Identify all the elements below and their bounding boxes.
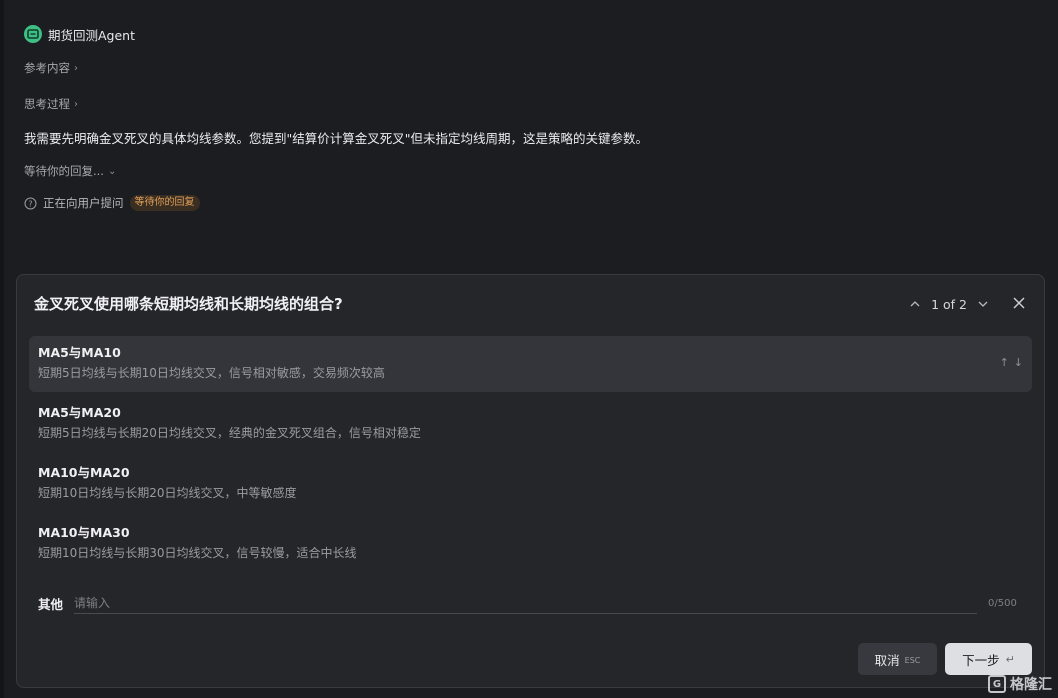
chevron-down-icon: ⌄ xyxy=(107,165,117,177)
pager-count: 1 of 2 xyxy=(931,296,967,312)
option-title: MA5与MA10 xyxy=(38,345,121,360)
option-desc: 短期10日均线与长期20日均线交叉，中等敏感度 xyxy=(38,486,297,500)
status-row: ? 正在向用户提问 等待你的回复 xyxy=(24,194,200,212)
reorder-controls: ↑ ↓ xyxy=(1000,356,1023,369)
option-ma10-ma30[interactable]: MA10与MA30 短期10日均线与长期30日均线交叉，信号较慢，适合中长线 xyxy=(29,516,1032,572)
next-label: 下一步 xyxy=(962,652,1000,668)
option-ma5-ma20[interactable]: MA5与MA20 短期5日均线与长期20日均线交叉，经典的金叉死叉组合，信号相对… xyxy=(29,396,1032,452)
option-title: MA10与MA30 xyxy=(38,525,130,540)
other-answer-row: 其他 0/500 xyxy=(38,593,1018,615)
option-desc: 短期5日均线与长期10日均线交叉，信号相对敏感，交易频次较高 xyxy=(38,366,385,380)
option-title: MA10与MA20 xyxy=(38,465,130,480)
enter-key-icon: ↵ xyxy=(1005,652,1015,666)
waiting-toggle[interactable]: 等待你的回复... ⌄ xyxy=(24,162,116,180)
next-button[interactable]: 下一步 ↵ xyxy=(945,643,1032,675)
option-ma5-ma10[interactable]: MA5与MA10 短期5日均线与长期10日均线交叉，信号相对敏感，交易频次较高 … xyxy=(29,336,1032,392)
status-text: 正在向用户提问 xyxy=(43,196,124,210)
chevron-right-icon: › xyxy=(74,98,78,110)
thinking-label: 思考过程 xyxy=(24,97,70,111)
watermark-logo-icon: G xyxy=(988,675,1006,693)
reference-label: 参考内容 xyxy=(24,61,70,75)
chevron-up-icon[interactable] xyxy=(908,297,922,311)
question-pager: 1 of 2 xyxy=(908,295,990,313)
other-label: 其他 xyxy=(38,597,64,612)
assistant-message: 我需要先明确金叉死叉的具体均线参数。您提到"结算价计算金叉死叉"但未指定均线周期… xyxy=(24,131,649,146)
chevron-right-icon: › xyxy=(74,62,78,74)
question-circle-icon: ? xyxy=(24,197,37,210)
cancel-button[interactable]: 取消 ESC xyxy=(858,643,937,675)
arrow-up-icon[interactable]: ↑ xyxy=(1000,356,1009,369)
option-desc: 短期10日均线与长期30日均线交叉，信号较慢，适合中长线 xyxy=(38,546,357,560)
esc-hint: ESC xyxy=(904,656,921,665)
arrow-down-icon[interactable]: ↓ xyxy=(1014,356,1023,369)
option-desc: 短期5日均线与长期20日均线交叉，经典的金叉死叉组合，信号相对稳定 xyxy=(38,426,421,440)
svg-text:?: ? xyxy=(28,199,32,208)
option-title: MA5与MA20 xyxy=(38,405,121,420)
agent-logo-icon xyxy=(24,25,42,43)
status-badge: 等待你的回复 xyxy=(129,195,200,211)
question-panel: 金叉死叉使用哪条短期均线和长期均线的组合? 1 of 2 MA5与MA10 短期… xyxy=(16,274,1045,688)
agent-header: 期货回测Agent xyxy=(24,24,135,44)
cancel-label: 取消 xyxy=(874,652,900,668)
reference-toggle[interactable]: 参考内容 › xyxy=(24,59,78,77)
left-edge xyxy=(0,0,4,698)
thinking-toggle[interactable]: 思考过程 › xyxy=(24,95,78,113)
chevron-down-icon[interactable] xyxy=(976,297,990,311)
close-icon[interactable] xyxy=(1010,294,1028,312)
watermark-text: 格隆汇 xyxy=(1010,677,1052,693)
char-count: 0/500 xyxy=(988,598,1017,609)
watermark: G 格隆汇 xyxy=(988,674,1052,694)
question-title: 金叉死叉使用哪条短期均线和长期均线的组合? xyxy=(34,295,343,313)
option-ma10-ma20[interactable]: MA10与MA20 短期10日均线与长期20日均线交叉，中等敏感度 xyxy=(29,456,1032,512)
other-answer-input[interactable] xyxy=(74,593,977,614)
agent-name: 期货回测Agent xyxy=(48,27,135,43)
waiting-label: 等待你的回复... xyxy=(24,164,104,178)
